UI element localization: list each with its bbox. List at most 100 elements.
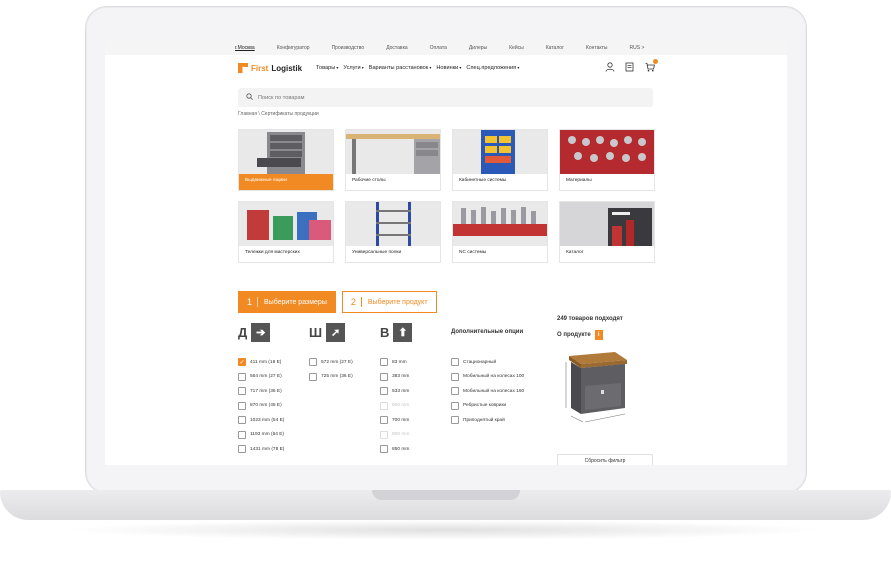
category-card-catalog[interactable]: Каталог bbox=[559, 201, 655, 263]
depth-option[interactable]: 870 mm (45 E) bbox=[238, 399, 284, 414]
option-label: Мобильный на колесах 160 bbox=[463, 388, 525, 394]
logo-first: First bbox=[251, 63, 269, 73]
category-card-workbenches[interactable]: Рабочие столы bbox=[345, 129, 441, 191]
info-icon[interactable]: i bbox=[594, 330, 603, 340]
width-options: 572 mm (27 E) 725 mm (36 E) bbox=[309, 355, 353, 384]
cart-count-badge bbox=[653, 59, 658, 64]
option-label: Приподнятый край bbox=[463, 417, 505, 423]
topbar-link-production[interactable]: Производство bbox=[332, 45, 365, 51]
category-card-materials[interactable]: Материалы bbox=[559, 129, 655, 191]
checkbox[interactable] bbox=[309, 358, 317, 367]
category-card-trolleys[interactable]: Тележки для мастерских bbox=[238, 201, 334, 263]
category-card-drawers[interactable]: Выдвижные ящики bbox=[238, 129, 334, 191]
category-card-shelves[interactable]: Универсальные полки bbox=[345, 201, 441, 263]
extra-options: Стационарный Мобильный на колесах 100 Мо… bbox=[451, 355, 524, 428]
extra-option[interactable]: Стационарный bbox=[451, 355, 524, 370]
checkbox[interactable] bbox=[380, 416, 388, 425]
top-bar: г.Москва Конфигуратор Производство Доста… bbox=[105, 40, 787, 55]
depth-option[interactable]: 564 mm (27 E) bbox=[238, 370, 284, 385]
step-choose-product[interactable]: 2 Выберите продукт bbox=[341, 291, 437, 313]
language-switch[interactable]: RUS > bbox=[630, 45, 645, 51]
reset-filter-button[interactable]: Сбросить фильтр bbox=[557, 454, 653, 465]
checkbox[interactable] bbox=[380, 445, 388, 454]
nav-services[interactable]: Услуги bbox=[343, 65, 363, 71]
extra-options-column: Дополнительные опции Стационарный Мобиль… bbox=[451, 322, 524, 428]
nav-special-offers[interactable]: Спец.предложения bbox=[466, 65, 519, 71]
search-bar[interactable]: Поиск по товарам bbox=[238, 88, 653, 107]
width-column: Ш ➚ 572 mm (27 E) 725 mm (36 E) bbox=[309, 322, 353, 384]
option-label: 700 mm bbox=[392, 417, 410, 423]
checkbox[interactable] bbox=[238, 387, 246, 396]
height-option[interactable]: 83 mm bbox=[380, 355, 412, 370]
topbar-link-delivery[interactable]: Доставка bbox=[386, 45, 407, 51]
results-count: 249 товаров подходят bbox=[557, 316, 623, 322]
depth-option[interactable]: ✓ 411 mm (18 E) bbox=[238, 355, 284, 370]
extra-options-title: Дополнительные опции bbox=[451, 329, 524, 335]
about-product[interactable]: О продукте i bbox=[557, 330, 657, 340]
checkbox[interactable] bbox=[309, 372, 317, 381]
option-label: 850 mm bbox=[392, 446, 410, 452]
step-label: Выберите продукт bbox=[367, 298, 428, 306]
topbar-link-configurator[interactable]: Конфигуратор bbox=[277, 45, 310, 51]
checkbox[interactable] bbox=[451, 372, 459, 381]
nav-new[interactable]: Новинки bbox=[436, 65, 461, 71]
topbar-link-catalog[interactable]: Каталог bbox=[546, 45, 564, 51]
category-label: Материалы bbox=[566, 178, 592, 183]
extra-option[interactable]: Ребристые коврики bbox=[451, 399, 524, 414]
checkbox[interactable] bbox=[451, 358, 459, 367]
depth-option[interactable]: 717 mm (36 E) bbox=[238, 384, 284, 399]
checkbox[interactable] bbox=[380, 372, 388, 381]
logo[interactable]: First Logistik bbox=[238, 63, 302, 73]
option-label: 383 mm bbox=[392, 374, 410, 380]
height-option[interactable]: 700 mm bbox=[380, 413, 412, 428]
category-card-cabinets[interactable]: Кабинетные системы bbox=[452, 129, 548, 191]
category-card-nc-systems[interactable]: NC системы bbox=[452, 201, 548, 263]
height-option[interactable]: 533 mm bbox=[380, 384, 412, 399]
nav-products[interactable]: Товары bbox=[316, 65, 338, 71]
width-option[interactable]: 725 mm (36 E) bbox=[309, 370, 353, 385]
topbar-link-dealers[interactable]: Дилеры bbox=[469, 45, 487, 51]
height-letter: В bbox=[380, 324, 390, 340]
topbar-link-payment[interactable]: Оплата bbox=[430, 45, 447, 51]
height-option[interactable]: 850 mm bbox=[380, 442, 412, 457]
city-link[interactable]: г.Москва bbox=[235, 45, 255, 51]
category-label: Рабочие столы bbox=[352, 178, 386, 183]
category-label: NC системы bbox=[459, 250, 487, 255]
depth-option[interactable]: 1431 mm (78 E) bbox=[238, 442, 284, 457]
height-option-disabled: 800 mm bbox=[380, 428, 412, 443]
checkbox[interactable] bbox=[380, 358, 388, 367]
nav-layouts[interactable]: Варианты расстановок bbox=[369, 65, 432, 71]
category-label: Каталог bbox=[566, 250, 584, 255]
checkbox[interactable] bbox=[380, 387, 388, 396]
compare-icon[interactable] bbox=[625, 62, 635, 75]
extra-option[interactable]: Приподнятый край bbox=[451, 413, 524, 428]
checkbox[interactable] bbox=[238, 430, 246, 439]
logo-mark-icon bbox=[238, 63, 248, 73]
checkbox[interactable] bbox=[451, 416, 459, 425]
cart-icon[interactable] bbox=[645, 59, 658, 75]
checkbox[interactable] bbox=[451, 401, 459, 410]
search-input[interactable]: Поиск по товарам bbox=[258, 95, 304, 101]
about-product-label: О продукте bbox=[557, 332, 591, 338]
checkbox[interactable] bbox=[451, 387, 459, 396]
checkbox[interactable] bbox=[238, 372, 246, 381]
topbar-link-contacts[interactable]: Контакты bbox=[586, 45, 608, 51]
height-option[interactable]: 383 mm bbox=[380, 370, 412, 385]
extra-option[interactable]: Мобильный на колесах 100 bbox=[451, 370, 524, 385]
trolleys-image bbox=[239, 202, 333, 246]
depth-option[interactable]: 1023 mm (54 E) bbox=[238, 413, 284, 428]
checkbox-checked-icon[interactable]: ✓ bbox=[238, 358, 246, 367]
depth-option[interactable]: 1193 mm (64 E) bbox=[238, 428, 284, 443]
checkbox[interactable] bbox=[238, 445, 246, 454]
extra-option[interactable]: Мобильный на колесах 160 bbox=[451, 384, 524, 399]
step-choose-size[interactable]: 1 Выберите размеры bbox=[238, 291, 336, 313]
option-label: 650 mm bbox=[392, 403, 410, 409]
user-icon[interactable] bbox=[605, 62, 615, 75]
option-label: Ребристые коврики bbox=[463, 403, 507, 409]
width-option[interactable]: 572 mm (27 E) bbox=[309, 355, 353, 370]
checkbox[interactable] bbox=[238, 416, 246, 425]
category-label: Кабинетные системы bbox=[459, 178, 507, 183]
category-grid: Выдвижные ящики Рабочие столы Кабинетные… bbox=[238, 129, 655, 263]
topbar-link-cases[interactable]: Кейсы bbox=[509, 45, 524, 51]
checkbox[interactable] bbox=[238, 401, 246, 410]
